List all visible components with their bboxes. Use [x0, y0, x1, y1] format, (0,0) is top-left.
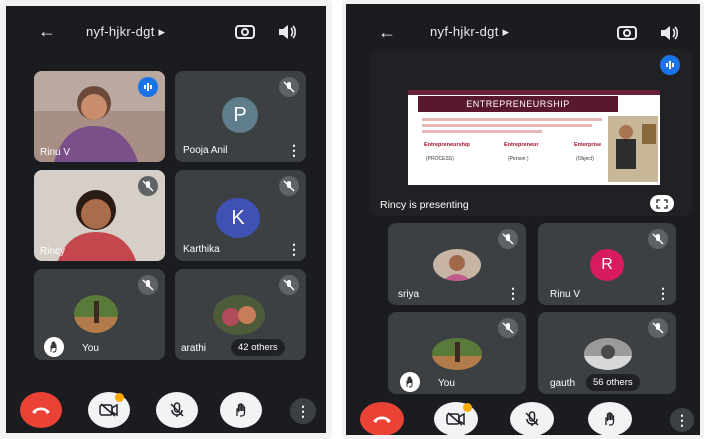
more-options-button[interactable]: ⋮ [670, 408, 694, 432]
presenting-label: Rincy is presenting [380, 199, 469, 211]
slide-item: Entrepreneur [504, 142, 539, 148]
raise-hand-icon [400, 372, 420, 392]
fullscreen-button[interactable] [650, 195, 674, 212]
participant-name: gauth [550, 378, 576, 389]
slide-subitem: (PROCESS) [426, 156, 454, 162]
participant-tile-rinu[interactable]: Rinu V [34, 71, 165, 162]
avatar: R [590, 249, 624, 281]
participant-tile-you[interactable]: You [34, 269, 165, 360]
avatar: K [216, 198, 260, 238]
mic-off-icon [138, 176, 158, 196]
mic-off-button[interactable] [156, 392, 198, 428]
participant-name: You [82, 343, 99, 354]
speaking-indicator-icon [660, 55, 680, 75]
participant-name: Rinu V [550, 289, 581, 300]
participant-name: arathi [181, 343, 207, 354]
participant-tile-you[interactable]: You [388, 312, 526, 394]
slide-bar [408, 90, 660, 95]
mic-off-icon [279, 176, 299, 196]
raise-hand-button[interactable] [220, 392, 262, 428]
meeting-code[interactable]: nyf-hjkr-dgt ▸ [430, 24, 509, 40]
camera-off-button[interactable] [434, 402, 478, 435]
avatar: P [222, 97, 258, 133]
speaker-icon[interactable] [276, 22, 298, 42]
shared-slide: ENTREPRENEURSHIP Entrepreneurship Entrep… [408, 90, 660, 185]
participant-name: sriya [398, 289, 420, 300]
participant-tile-pooja[interactable]: P Pooja Anil ⋮ [175, 71, 306, 162]
participant-name: Rinu V [40, 147, 71, 158]
slide-subitem: (Person ) [508, 156, 529, 162]
camera-off-button[interactable] [88, 392, 130, 428]
speaker-icon[interactable] [658, 23, 680, 43]
end-call-button[interactable] [360, 402, 404, 435]
slide-subitem: (Object) [576, 156, 594, 162]
mic-off-icon [498, 318, 518, 338]
back-arrow-icon[interactable]: ← [378, 22, 396, 42]
slide-text-line [422, 130, 542, 133]
participant-tile-sriya[interactable]: sriya ⋮ [388, 223, 526, 305]
presentation-tile[interactable]: ENTREPRENEURSHIP Entrepreneurship Entrep… [370, 49, 692, 216]
more-options-icon[interactable]: ⋮ [506, 286, 520, 300]
meeting-code[interactable]: nyf-hjkr-dgt ▸ [86, 24, 165, 40]
mic-off-icon [138, 275, 158, 295]
slide-title: ENTREPRENEURSHIP [418, 96, 618, 112]
others-count-badge[interactable]: 56 others [586, 374, 640, 391]
raise-hand-icon [44, 337, 64, 357]
participant-name: Rincy [40, 246, 66, 257]
avatar [433, 249, 481, 281]
raise-hand-button[interactable] [588, 402, 632, 435]
more-options-icon[interactable]: ⋮ [287, 242, 301, 256]
others-count-badge[interactable]: 42 others [231, 339, 285, 356]
mic-off-button[interactable] [510, 402, 554, 435]
slide-item: Entrepreneurship [424, 142, 470, 148]
notification-badge [115, 393, 124, 402]
more-options-icon[interactable]: ⋮ [287, 143, 301, 157]
mic-off-icon [648, 318, 668, 338]
speaking-indicator-icon [138, 77, 158, 97]
left-phone-screen: ← nyf-hjkr-dgt ▸ Rinu V P Pooja Anil ⋮ R… [0, 0, 332, 439]
participant-tile-rinu[interactable]: R Rinu V ⋮ [538, 223, 676, 305]
mic-off-icon [279, 275, 299, 295]
back-arrow-icon[interactable]: ← [38, 21, 56, 41]
switch-camera-icon[interactable] [616, 23, 638, 43]
participant-tile-arathi[interactable]: arathi 42 others [175, 269, 306, 360]
participant-name: You [438, 378, 455, 389]
slide-text-line [422, 124, 592, 127]
fullscreen-icon [656, 198, 668, 209]
avatar [213, 295, 265, 335]
participant-name: Pooja Anil [183, 145, 228, 156]
participant-tile-rincy[interactable]: Rincy [34, 170, 165, 261]
avatar [74, 295, 118, 333]
avatar [432, 338, 482, 370]
end-call-button[interactable] [20, 392, 62, 428]
participant-tile-karthika[interactable]: K Karthika ⋮ [175, 170, 306, 261]
top-bar: ← nyf-hjkr-dgt ▸ [6, 6, 326, 56]
right-phone-screen: ← nyf-hjkr-dgt ▸ ENTREPRENEURSHIP Entrep… [342, 0, 704, 439]
participant-tile-gauth[interactable]: gauth 56 others [538, 312, 676, 394]
mic-off-icon [648, 229, 668, 249]
notification-badge [463, 403, 472, 412]
more-options-icon[interactable]: ⋮ [656, 286, 670, 300]
top-bar: ← nyf-hjkr-dgt ▸ [346, 4, 700, 54]
more-options-button[interactable]: ⋮ [290, 398, 316, 424]
switch-camera-icon[interactable] [234, 22, 256, 42]
avatar [584, 338, 632, 370]
mic-off-icon [279, 77, 299, 97]
presenter-photo [608, 116, 658, 182]
participant-name: Karthika [183, 244, 220, 255]
slide-item: Enterprise [574, 142, 602, 148]
mic-off-icon [498, 229, 518, 249]
slide-text-line [422, 118, 602, 121]
